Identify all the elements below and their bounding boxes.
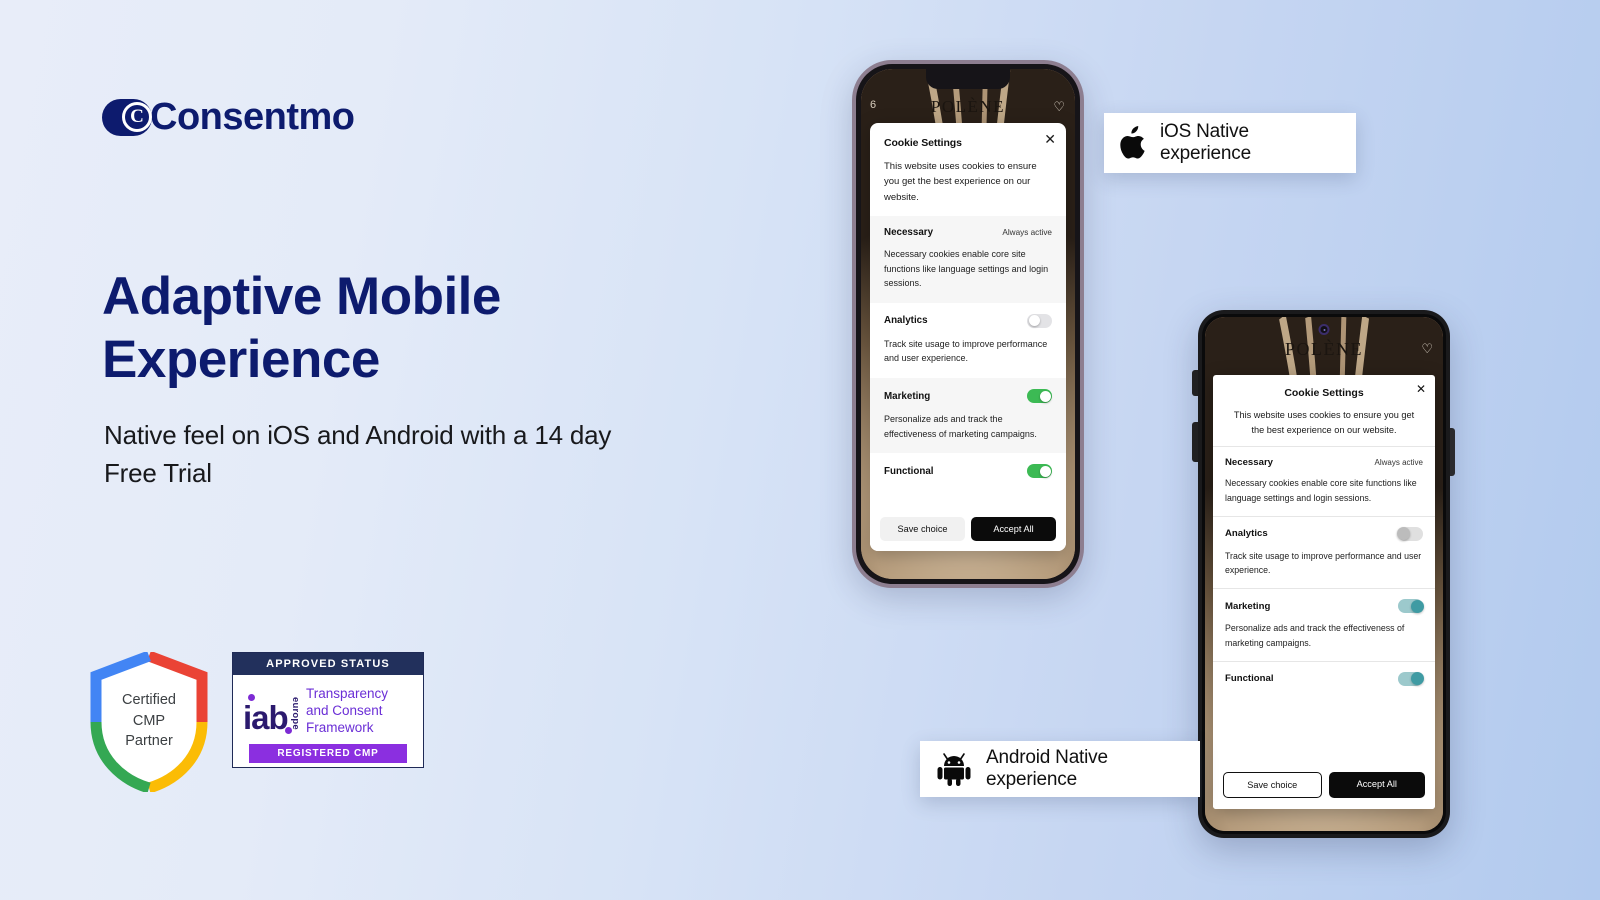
android-save-choice-button[interactable]: Save choice	[1223, 772, 1322, 798]
ios-dialog-title: Cookie Settings	[884, 137, 962, 149]
android-analytics-toggle[interactable]	[1397, 526, 1423, 541]
android-category-description: Necessary cookies enable core site funct…	[1225, 478, 1417, 503]
iab-approved-status-label: APPROVED STATUS	[233, 653, 423, 675]
iab-europe-logo-icon: iab europe	[243, 684, 301, 736]
android-side-button[interactable]	[1450, 428, 1455, 476]
android-volume-button[interactable]	[1192, 370, 1198, 396]
iab-europe-label: europe	[290, 697, 301, 730]
left-content-panel: C Consentmo Adaptive Mobile Experience N…	[0, 0, 800, 900]
android-site-name: POLÈNE	[1285, 339, 1363, 359]
android-front-camera	[1318, 324, 1330, 335]
ios-category-list: Necessary Always active Necessary cookie…	[870, 216, 1066, 551]
certification-badges: Certified CMP Partner APPROVED STATUS ia…	[88, 652, 424, 792]
android-dialog-actions: Save choice Accept All	[1213, 763, 1435, 809]
android-marketing-toggle[interactable]	[1398, 599, 1424, 614]
ios-label-text: iOS Native experience	[1160, 121, 1251, 164]
android-functional-toggle[interactable]	[1398, 671, 1424, 686]
framework-line-3: Framework	[306, 719, 374, 735]
ios-category-necessary: Necessary Always active Necessary cookie…	[870, 216, 1066, 303]
certified-line-2: CMP	[132, 712, 166, 729]
ios-site-name: POLÈNE	[930, 97, 1006, 116]
android-robot-icon	[937, 753, 971, 786]
android-category-name: Functional	[1225, 673, 1274, 685]
android-category-name: Marketing	[1225, 600, 1271, 612]
ios-native-experience-label: iOS Native experience	[1104, 113, 1356, 173]
ios-accept-all-button[interactable]: Accept All	[971, 517, 1056, 541]
android-category-necessary: Necessary Always active Necessary cookie…	[1213, 446, 1435, 516]
heart-icon[interactable]: ♡	[1421, 341, 1433, 357]
ios-phone-mockup: 6 POLÈNE ♡ ✕ Cookie Settings This websit…	[852, 60, 1084, 588]
android-phone-screen: POLÈNE ♡ ✕ Cookie Settings This website …	[1205, 317, 1443, 831]
ios-category-marketing: Marketing Personalize ads and track the …	[870, 378, 1066, 454]
consentmo-copyright-icon: C	[102, 98, 152, 136]
certified-line-3: Partner	[125, 733, 173, 750]
ios-category-name: Marketing	[884, 390, 931, 402]
heart-icon[interactable]: ♡	[1053, 99, 1065, 115]
ios-marketing-toggle[interactable]	[1027, 389, 1052, 404]
framework-line-1: Transparency	[306, 685, 389, 701]
ios-category-name: Functional	[884, 465, 934, 477]
certified-badge-text: Certified CMP Partner	[88, 690, 210, 752]
android-native-experience-label: Android Native experience	[920, 741, 1200, 797]
android-category-functional: Functional	[1213, 660, 1435, 697]
ios-dialog-description: This website uses cookies to ensure you …	[884, 161, 1037, 203]
certified-cmp-partner-badge: Certified CMP Partner	[88, 652, 210, 792]
android-category-description: Personalize ads and track the effectiven…	[1225, 623, 1405, 648]
brand-logo[interactable]: C Consentmo	[102, 98, 355, 136]
ios-category-analytics: Analytics Track site usage to improve pe…	[870, 303, 1066, 378]
ios-dialog-actions: Save choice Accept All	[870, 509, 1066, 551]
android-accept-all-button[interactable]: Accept All	[1328, 772, 1425, 798]
iab-wordmark: iab	[243, 699, 289, 736]
android-label-text: Android Native experience	[986, 747, 1108, 790]
android-dialog-title: Cookie Settings	[1284, 387, 1364, 399]
iab-tcf-badge: APPROVED STATUS iab europe Transparency …	[232, 652, 424, 768]
android-category-name: Necessary	[1225, 457, 1274, 469]
android-cookie-settings-dialog: ✕ Cookie Settings This website uses cook…	[1213, 375, 1435, 809]
android-phone-mockup: POLÈNE ♡ ✕ Cookie Settings This website …	[1192, 310, 1455, 838]
android-category-name: Analytics	[1225, 528, 1268, 540]
ios-category-description: Necessary cookies enable core site funct…	[884, 249, 1049, 289]
ios-functional-toggle[interactable]	[1027, 464, 1052, 479]
ios-always-active-label: Always active	[1002, 228, 1052, 238]
iab-registered-cmp-label: REGISTERED CMP	[249, 744, 407, 763]
ios-category-description: Track site usage to improve performance …	[884, 338, 1048, 364]
ios-category-name: Necessary	[884, 227, 934, 239]
close-icon[interactable]: ✕	[1416, 382, 1426, 396]
apple-icon	[1120, 126, 1145, 159]
android-power-button[interactable]	[1192, 422, 1198, 462]
page-subtitle: Native feel on iOS and Android with a 14…	[104, 420, 612, 489]
iab-framework-text: Transparency and Consent Framework	[306, 685, 388, 736]
android-category-list: Necessary Always active Necessary cookie…	[1213, 446, 1435, 809]
ios-category-functional: Functional	[870, 453, 1066, 490]
ios-category-name: Analytics	[884, 315, 928, 327]
framework-line-2: and Consent	[306, 702, 383, 718]
android-category-analytics: Analytics Track site usage to improve pe…	[1213, 515, 1435, 589]
page-title: Adaptive Mobile Experience	[102, 267, 501, 389]
ios-analytics-toggle[interactable]	[1027, 313, 1052, 328]
android-always-active-label: Always active	[1374, 458, 1423, 468]
android-dialog-description: This website uses cookies to ensure you …	[1233, 410, 1415, 435]
android-category-description: Track site usage to improve performance …	[1225, 550, 1422, 576]
close-icon[interactable]: ✕	[1044, 132, 1056, 146]
android-category-marketing: Marketing Personalize ads and track the …	[1213, 588, 1435, 661]
certified-line-1: Certified	[122, 692, 176, 708]
ios-phone-screen: 6 POLÈNE ♡ ✕ Cookie Settings This websit…	[861, 69, 1075, 579]
brand-name: Consentmo	[150, 96, 355, 138]
ios-category-description: Personalize ads and track the effectiven…	[884, 414, 1037, 439]
ios-notch	[926, 69, 1010, 89]
ios-cookie-settings-dialog: ✕ Cookie Settings This website uses cook…	[870, 123, 1066, 551]
ios-save-choice-button[interactable]: Save choice	[880, 517, 965, 541]
